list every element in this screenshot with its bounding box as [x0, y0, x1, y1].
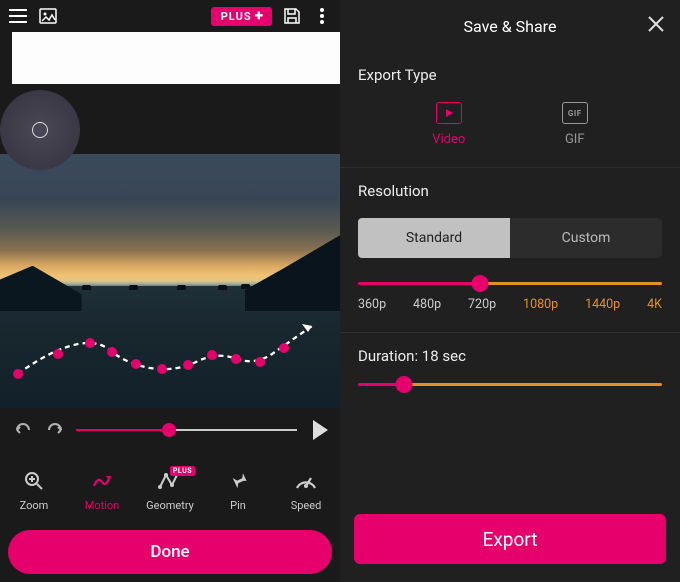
tool-label: Pin [230, 499, 246, 512]
export-type-label-text: Video [432, 132, 465, 147]
top-toolbar: PLUS [0, 0, 340, 32]
tool-label: Geometry [146, 499, 194, 512]
close-button[interactable] [646, 14, 666, 34]
tool-speed[interactable]: Speed [275, 469, 337, 512]
save-share-panel: Save & Share Export Type Video GIF GIF R… [340, 0, 680, 582]
resolution-segmented[interactable]: Standard Custom [358, 218, 662, 258]
tool-label: Motion [85, 499, 120, 512]
preview-top-strip [12, 32, 340, 84]
motion-path[interactable] [0, 154, 340, 408]
done-button[interactable]: Done [8, 530, 332, 574]
seg-custom[interactable]: Custom [510, 218, 662, 258]
redo-button[interactable] [44, 419, 66, 441]
tool-tabs: Zoom Motion PLUS Geometry Pin Speed [0, 452, 340, 526]
seg-standard[interactable]: Standard [358, 218, 510, 258]
gif-icon: GIF [562, 102, 588, 124]
magnifier-lens[interactable] [0, 90, 80, 170]
menu-icon[interactable] [8, 6, 28, 26]
duration-slider[interactable] [358, 383, 662, 386]
undo-button[interactable] [12, 419, 34, 441]
speed-icon [294, 469, 318, 493]
export-type-video[interactable]: Video [432, 102, 465, 147]
play-button[interactable] [313, 420, 328, 440]
export-type-label-text: GIF [565, 132, 585, 147]
image-icon[interactable] [38, 6, 58, 26]
export-type-label: Export Type [358, 66, 662, 84]
editor-panel: PLUS [0, 0, 340, 582]
pin-icon [226, 469, 250, 493]
preview-area[interactable] [0, 32, 340, 408]
zoom-icon [22, 469, 46, 493]
tool-geometry[interactable]: PLUS Geometry [139, 469, 201, 512]
plus-badge-small: PLUS [170, 466, 195, 476]
export-type-section: Export Type Video GIF GIF [340, 52, 680, 168]
timeline-slider[interactable] [76, 418, 297, 442]
resolution-slider[interactable]: 360p 480p 720p 1080p 1440p 4K [358, 282, 662, 312]
motion-icon [90, 469, 114, 493]
save-icon[interactable] [282, 6, 302, 26]
tool-label: Speed [291, 499, 322, 512]
duration-section: Duration: 18 sec [340, 333, 680, 418]
timeline-bar [0, 408, 340, 452]
resolution-labels: 360p 480p 720p 1080p 1440p 4K [358, 297, 662, 312]
lens-ring-icon [32, 122, 48, 138]
photo-canvas[interactable] [0, 154, 340, 408]
more-icon[interactable] [312, 6, 332, 26]
panel-title: Save & Share [464, 17, 557, 36]
resolution-label: Resolution [358, 182, 662, 200]
tool-label: Zoom [20, 499, 49, 512]
export-button[interactable]: Export [354, 514, 666, 564]
tool-zoom[interactable]: Zoom [3, 469, 65, 512]
plus-badge[interactable]: PLUS [211, 7, 272, 26]
duration-label: Duration: 18 sec [358, 347, 662, 365]
panel-header: Save & Share [340, 0, 680, 52]
tool-motion[interactable]: Motion [71, 469, 133, 512]
tool-pin[interactable]: Pin [207, 469, 269, 512]
resolution-section: Resolution Standard Custom 360p 480p 720… [340, 168, 680, 333]
export-type-gif[interactable]: GIF GIF [562, 102, 588, 147]
video-icon [436, 102, 462, 124]
